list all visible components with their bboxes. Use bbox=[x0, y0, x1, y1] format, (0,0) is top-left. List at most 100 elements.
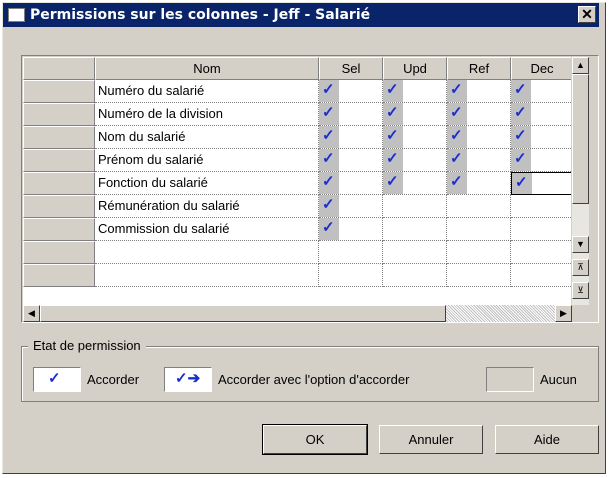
vertical-scroll-thumb[interactable] bbox=[572, 74, 589, 204]
check-icon: ✓ bbox=[386, 150, 399, 167]
permission-cell-upd[interactable]: ✓ bbox=[383, 172, 447, 195]
scroll-up-icon[interactable]: ▲ bbox=[572, 57, 589, 74]
row-header[interactable] bbox=[23, 264, 95, 287]
row-header[interactable] bbox=[23, 172, 95, 195]
column-name-cell[interactable]: Numéro de la division bbox=[95, 103, 319, 126]
permission-cell-ref[interactable]: ✓ bbox=[447, 149, 511, 172]
permission-cell-upd[interactable] bbox=[383, 241, 447, 264]
check-icon: ✓ bbox=[514, 150, 527, 167]
ok-button[interactable]: OK bbox=[262, 424, 368, 455]
check-icon: ✓ bbox=[322, 219, 335, 236]
none-legend-label: Aucun bbox=[540, 372, 577, 387]
permission-cell-sel[interactable]: ✓ bbox=[319, 80, 383, 103]
check-icon: ✓ bbox=[386, 81, 399, 98]
column-header-ref[interactable]: Ref bbox=[447, 57, 511, 80]
help-button[interactable]: Aide bbox=[495, 425, 599, 454]
permission-cell-dec[interactable]: ✓ bbox=[511, 126, 571, 149]
column-name-cell[interactable]: Rémunération du salarié bbox=[95, 195, 319, 218]
column-name-cell[interactable] bbox=[95, 241, 319, 264]
check-icon: ✓ bbox=[386, 173, 399, 190]
permission-cell-dec[interactable]: ✓ bbox=[511, 103, 571, 126]
permission-cell-upd[interactable]: ✓ bbox=[383, 149, 447, 172]
row-header[interactable] bbox=[23, 218, 95, 241]
row-header[interactable] bbox=[23, 80, 95, 103]
permission-cell-dec[interactable]: ✓ bbox=[511, 149, 571, 172]
permission-cell-ref[interactable]: ✓ bbox=[447, 126, 511, 149]
permission-cell-dec[interactable] bbox=[511, 241, 571, 264]
check-icon: ✓ bbox=[386, 104, 399, 121]
permission-cell-sel[interactable]: ✓ bbox=[319, 218, 383, 241]
permission-cell-sel[interactable]: ✓ bbox=[319, 172, 383, 195]
check-icon: ✓ bbox=[514, 81, 527, 98]
vertical-scrollbar[interactable]: ▲ ▼ ⊼ ⊻ bbox=[572, 57, 589, 305]
permission-cell-upd[interactable]: ✓ bbox=[383, 103, 447, 126]
permission-cell-sel[interactable]: ✓ bbox=[319, 195, 383, 218]
column-header-sel[interactable]: Sel bbox=[319, 57, 383, 80]
permissions-grid[interactable]: Nom Sel Upd Ref Dec Numéro du salarié ✓ ✓ ✓ ✓ Numé… bbox=[23, 57, 571, 305]
column-header-dec[interactable]: Dec bbox=[511, 57, 571, 80]
permission-cell-dec[interactable]: ✓ bbox=[511, 80, 571, 103]
none-legend-swatch bbox=[486, 367, 534, 392]
window-title: Permissions sur les colonnes - Jeff - Sa… bbox=[30, 7, 371, 23]
permission-state-label: Etat de permission bbox=[28, 338, 146, 354]
permission-cell-dec[interactable]: ✓ bbox=[511, 172, 571, 195]
permission-cell-sel[interactable]: ✓ bbox=[319, 103, 383, 126]
column-header-nom[interactable]: Nom bbox=[95, 57, 319, 80]
close-button[interactable]: ✕ bbox=[578, 6, 596, 23]
permission-cell-dec[interactable] bbox=[511, 218, 571, 241]
row-header[interactable] bbox=[23, 195, 95, 218]
permission-cell-ref[interactable]: ✓ bbox=[447, 80, 511, 103]
check-icon: ✓ bbox=[322, 173, 335, 190]
grant-with-option-icon: ✓➔ bbox=[175, 370, 201, 387]
scroll-left-icon[interactable]: ◀ bbox=[23, 305, 40, 322]
permission-cell-sel[interactable] bbox=[319, 264, 383, 287]
permission-cell-sel[interactable]: ✓ bbox=[319, 149, 383, 172]
column-name-cell[interactable]: Numéro du salarié bbox=[95, 80, 319, 103]
row-header[interactable] bbox=[23, 126, 95, 149]
column-name-cell[interactable]: Commission du salarié bbox=[95, 218, 319, 241]
permission-cell-ref[interactable] bbox=[447, 241, 511, 264]
check-icon: ✓ bbox=[514, 127, 527, 144]
permission-cell-sel[interactable] bbox=[319, 241, 383, 264]
permission-cell-upd[interactable] bbox=[383, 264, 447, 287]
permission-cell-ref[interactable] bbox=[447, 264, 511, 287]
check-icon: ✓ bbox=[450, 81, 463, 98]
column-name-cell[interactable] bbox=[95, 264, 319, 287]
check-icon: ✓ bbox=[450, 173, 463, 190]
check-icon: ✓ bbox=[322, 196, 335, 213]
grant-legend-label: Accorder bbox=[87, 372, 140, 387]
column-name-cell[interactable]: Prénom du salarié bbox=[95, 149, 319, 172]
horizontal-scroll-thumb[interactable] bbox=[40, 305, 446, 322]
permission-cell-dec[interactable] bbox=[511, 195, 571, 218]
grant-with-option-legend-swatch: ✓➔ bbox=[164, 367, 212, 392]
permission-cell-ref[interactable] bbox=[447, 218, 511, 241]
scroll-down-icon[interactable]: ▼ bbox=[572, 236, 589, 253]
permission-cell-ref[interactable] bbox=[447, 195, 511, 218]
permission-cell-ref[interactable]: ✓ bbox=[447, 103, 511, 126]
scroll-top-icon[interactable]: ⊼ bbox=[572, 259, 589, 276]
check-icon: ✓ bbox=[322, 127, 335, 144]
permissions-grid-frame: Nom Sel Upd Ref Dec Numéro du salarié ✓ ✓ ✓ ✓ Numé… bbox=[21, 55, 599, 323]
permission-cell-sel[interactable]: ✓ bbox=[319, 126, 383, 149]
cancel-button[interactable]: Annuler bbox=[379, 425, 483, 454]
permission-cell-upd[interactable]: ✓ bbox=[383, 126, 447, 149]
scroll-right-icon[interactable]: ▶ bbox=[555, 305, 572, 322]
horizontal-scroll-track[interactable] bbox=[446, 305, 555, 322]
row-header[interactable] bbox=[23, 103, 95, 126]
column-header-upd[interactable]: Upd bbox=[383, 57, 447, 80]
row-header[interactable] bbox=[23, 241, 95, 264]
permission-cell-upd[interactable] bbox=[383, 195, 447, 218]
grid-corner-header bbox=[23, 57, 95, 80]
check-icon: ✓ bbox=[515, 174, 528, 191]
horizontal-scrollbar[interactable]: ◀ ▶ bbox=[23, 305, 572, 322]
column-name-cell[interactable]: Fonction du salarié bbox=[95, 172, 319, 195]
permission-cell-ref[interactable]: ✓ bbox=[447, 172, 511, 195]
scroll-bottom-icon[interactable]: ⊻ bbox=[572, 282, 589, 299]
row-header[interactable] bbox=[23, 149, 95, 172]
permission-cell-upd[interactable] bbox=[383, 218, 447, 241]
permission-cell-dec[interactable] bbox=[511, 264, 571, 287]
window-icon bbox=[8, 8, 25, 22]
column-name-cell[interactable]: Nom du salarié bbox=[95, 126, 319, 149]
grant-legend-swatch: ✓ bbox=[33, 367, 81, 392]
permission-cell-upd[interactable]: ✓ bbox=[383, 80, 447, 103]
